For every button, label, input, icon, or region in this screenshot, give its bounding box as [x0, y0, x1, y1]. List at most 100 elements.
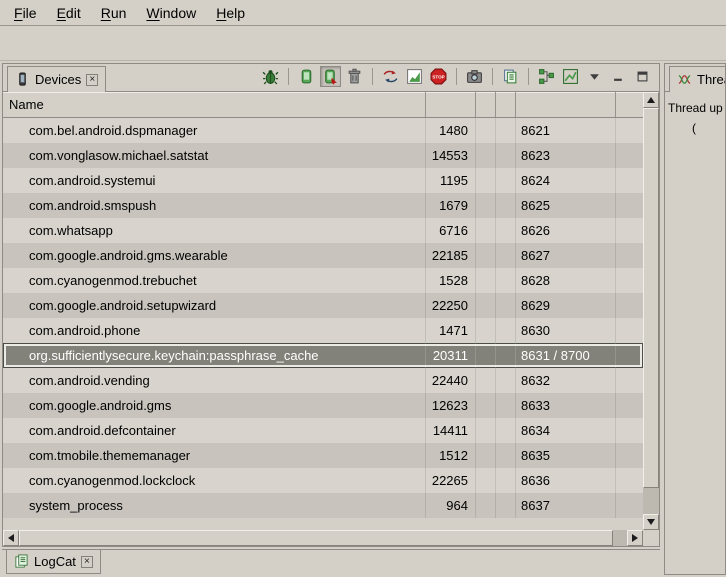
cell-fill	[616, 318, 643, 343]
table-row[interactable]: com.android.vending224408632	[3, 368, 643, 393]
cell-pid: 6716	[426, 218, 476, 243]
cell-process-name: com.tmobile.thememanager	[3, 443, 426, 468]
cell-process-name: com.google.android.gms	[3, 393, 426, 418]
minimize-view-icon[interactable]	[608, 66, 629, 87]
maximize-view-icon[interactable]	[632, 66, 653, 87]
table-row[interactable]: com.vonglasow.michael.satstat145538623	[3, 143, 643, 168]
vertical-scroll-thumb[interactable]	[643, 108, 659, 488]
toolbar-separator	[492, 68, 493, 85]
cell-process-name: com.bel.android.dspmanager	[3, 118, 426, 143]
table-row[interactable]: org.sufficientlysecure.keychain:passphra…	[3, 343, 643, 368]
vertical-scrollbar[interactable]	[643, 92, 659, 530]
table-row[interactable]: com.android.systemui11958624	[3, 168, 643, 193]
scroll-left-button[interactable]	[3, 530, 19, 546]
devices-panel-header: Devices × STOP	[3, 64, 659, 92]
cause-gc-icon[interactable]	[344, 66, 365, 87]
stop-process-icon[interactable]: STOP	[428, 66, 449, 87]
scroll-up-button[interactable]	[643, 92, 659, 108]
close-icon[interactable]: ×	[81, 556, 93, 568]
cell-blank1	[476, 443, 496, 468]
tab-logcat-label: LogCat	[34, 554, 76, 569]
update-heap-icon[interactable]	[296, 66, 317, 87]
cell-blank1	[476, 493, 496, 518]
table-row[interactable]: com.cyanogenmod.lockclock222658636	[3, 468, 643, 493]
column-header-pid[interactable]	[426, 92, 476, 117]
column-header-name[interactable]: Name	[3, 92, 426, 117]
column-header-blank2[interactable]	[496, 92, 516, 117]
toolbar-separator	[372, 68, 373, 85]
cell-port: 8635	[516, 443, 616, 468]
column-header-port[interactable]	[516, 92, 616, 117]
table-row[interactable]: com.google.android.gms126238633	[3, 393, 643, 418]
cell-blank2	[496, 143, 516, 168]
scrollbar-corner	[643, 530, 659, 546]
toolbar-separator	[456, 68, 457, 85]
cell-port: 8621	[516, 118, 616, 143]
cell-fill	[616, 143, 643, 168]
cell-blank2	[496, 393, 516, 418]
cell-port: 8625	[516, 193, 616, 218]
scroll-right-button[interactable]	[627, 530, 643, 546]
menu-help[interactable]: Help	[206, 1, 255, 25]
menubar: FileEditRunWindowHelp	[0, 0, 726, 26]
horizontal-scrollbar[interactable]	[3, 530, 643, 546]
cell-blank2	[496, 168, 516, 193]
table-row[interactable]: com.whatsapp67168626	[3, 218, 643, 243]
cell-fill	[616, 368, 643, 393]
table-row[interactable]: com.google.android.gms.wearable221858627	[3, 243, 643, 268]
dump-hprof-icon[interactable]	[320, 66, 341, 87]
table-row[interactable]: com.bel.android.dspmanager1480 8621	[3, 118, 643, 143]
view-log-icon[interactable]	[500, 66, 521, 87]
view-menu-icon[interactable]	[584, 66, 605, 87]
cell-blank2	[496, 193, 516, 218]
cell-fill	[616, 418, 643, 443]
start-method-profiling-icon[interactable]	[404, 66, 425, 87]
pixel-perfect-view-icon[interactable]	[560, 66, 581, 87]
menu-window[interactable]: Window	[136, 1, 206, 25]
cell-fill	[616, 218, 643, 243]
scroll-down-button[interactable]	[643, 514, 659, 530]
table-row[interactable]: com.android.defcontainer144118634	[3, 418, 643, 443]
table-row[interactable]: system_process9648637	[3, 493, 643, 518]
cell-blank1	[476, 143, 496, 168]
table-row[interactable]: com.android.phone14718630	[3, 318, 643, 343]
thread-message-line2: (	[668, 118, 722, 138]
cell-pid: 1528	[426, 268, 476, 293]
cell-blank2	[496, 293, 516, 318]
close-icon[interactable]: ×	[86, 74, 98, 86]
cell-pid: 1195	[426, 168, 476, 193]
screen-capture-icon[interactable]	[464, 66, 485, 87]
cell-pid: 1480	[426, 118, 476, 143]
cell-blank1	[476, 168, 496, 193]
toolbar-separator	[288, 68, 289, 85]
tab-devices[interactable]: Devices ×	[7, 66, 106, 92]
horizontal-scroll-thumb[interactable]	[19, 530, 613, 546]
cell-blank2	[496, 443, 516, 468]
cell-blank2	[496, 318, 516, 343]
hierarchy-view-icon[interactable]	[536, 66, 557, 87]
menu-run[interactable]: Run	[91, 1, 137, 25]
cell-process-name: com.vonglasow.michael.satstat	[3, 143, 426, 168]
cell-pid: 20311	[426, 343, 476, 368]
table-row[interactable]: com.google.android.setupwizard222508629	[3, 293, 643, 318]
cell-pid: 1471	[426, 318, 476, 343]
devices-panel: Devices × STOP Name com.bel.android	[2, 63, 660, 547]
cell-blank2	[496, 418, 516, 443]
arrow-left-icon	[8, 534, 14, 542]
cell-blank2	[496, 243, 516, 268]
table-row[interactable]: com.cyanogenmod.trebuchet15288628	[3, 268, 643, 293]
tab-thread[interactable]: Thread	[669, 66, 726, 92]
thread-panel: Thread Thread up (	[664, 63, 726, 575]
cell-fill	[616, 468, 643, 493]
tab-logcat[interactable]: LogCat ×	[6, 550, 101, 574]
cell-port: 8623	[516, 143, 616, 168]
menu-file[interactable]: File	[4, 1, 47, 25]
threads-icon	[677, 72, 692, 87]
table-row[interactable]: com.tmobile.thememanager15128635	[3, 443, 643, 468]
update-threads-icon[interactable]	[380, 66, 401, 87]
menu-edit[interactable]: Edit	[47, 1, 91, 25]
arrow-right-icon	[632, 534, 638, 542]
debug-process-icon[interactable]	[260, 66, 281, 87]
table-row[interactable]: com.android.smspush16798625	[3, 193, 643, 218]
column-header-blank1[interactable]	[476, 92, 496, 117]
